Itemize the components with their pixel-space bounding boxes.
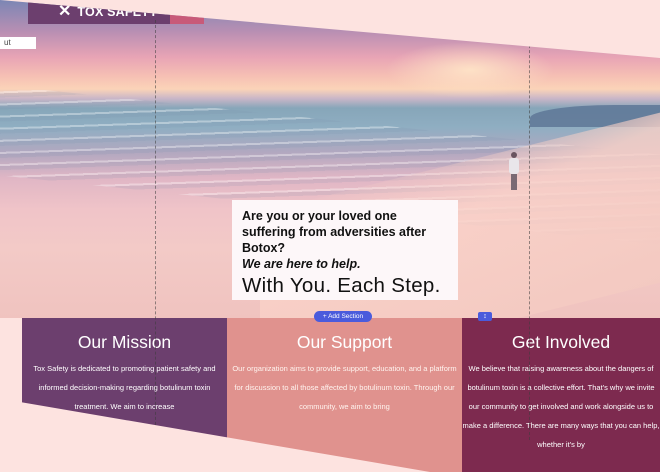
involved-column: Get Involved We believe that raising awa… xyxy=(462,318,660,472)
mission-text: Tox Safety is dedicated to promoting pat… xyxy=(33,364,216,411)
beach-walker-figure xyxy=(508,152,520,190)
support-text: Our organization aims to provide support… xyxy=(232,364,457,411)
hero-tagline: With You. Each Step. xyxy=(242,274,441,297)
hero-question: Are you or your loved one suffering from… xyxy=(242,209,427,255)
drag-handle-icon[interactable]: ↕ xyxy=(478,312,492,321)
add-section-button[interactable]: + Add Section xyxy=(314,311,372,322)
involved-text: We believe that raising awareness about … xyxy=(462,364,660,449)
logo-x-icon: ✕ xyxy=(58,3,72,20)
mission-column: Our Mission Tox Safety is dedicated to p… xyxy=(22,318,227,472)
brand-name[interactable]: TOX SAFETY xyxy=(77,5,157,19)
involved-title: Get Involved xyxy=(511,332,611,352)
support-title: Our Support xyxy=(296,332,393,352)
column-guide-line xyxy=(155,20,156,440)
side-tab[interactable]: ut xyxy=(0,37,36,49)
mission-title: Our Mission xyxy=(77,332,172,352)
support-column: Our Support Our organization aims to pro… xyxy=(227,318,462,472)
hero-message-card: Are you or your loved one suffering from… xyxy=(232,200,458,300)
hero-emphasis: We are here to help. xyxy=(242,257,361,271)
header-accent xyxy=(170,0,204,24)
website-page: Are you or your loved one suffering from… xyxy=(0,0,660,472)
column-guide-line xyxy=(529,20,530,440)
site-header[interactable]: ✕ TOX SAFETY xyxy=(28,0,204,24)
hero-section: Are you or your loved one suffering from… xyxy=(0,0,660,383)
